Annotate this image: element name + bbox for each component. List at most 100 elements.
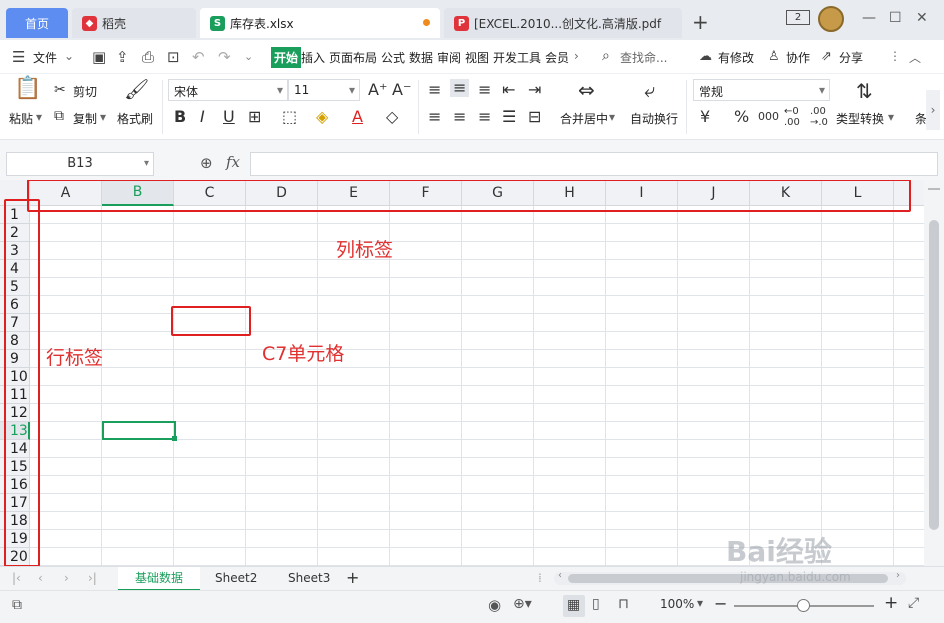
align-right-icon[interactable]: ≡	[478, 108, 491, 126]
currency-icon[interactable]: ¥	[700, 108, 710, 126]
border-icon[interactable]: ⊞	[248, 108, 261, 126]
align-top-icon[interactable]: ≡	[428, 81, 441, 99]
chevron-down-icon[interactable]: ▾	[697, 596, 703, 610]
align-middle-icon[interactable]: ≡	[450, 79, 470, 97]
name-box[interactable]: B13 ▾	[6, 152, 154, 176]
indent-increase-icon[interactable]: ⇥	[528, 81, 541, 99]
ribbon-scroll-right-button[interactable]: ›	[926, 90, 940, 130]
tab-home[interactable]: 首页	[6, 8, 68, 38]
menu-page-layout[interactable]: 页面布局	[329, 49, 377, 66]
font-name-select[interactable]: 宋体 ▾	[168, 79, 288, 101]
menu-start[interactable]: 开始	[271, 47, 302, 68]
collaborate-button[interactable]: 协作	[786, 49, 810, 66]
menu-file[interactable]: 文件	[33, 49, 57, 66]
menu-data[interactable]: 数据	[409, 49, 433, 66]
chevron-down-icon[interactable]: ⌄	[64, 49, 74, 63]
distribute-icon[interactable]: ⊟	[528, 108, 541, 126]
close-icon[interactable]: ✕	[916, 10, 928, 26]
maximize-icon[interactable]: ☐	[889, 10, 902, 26]
scroll-right-icon[interactable]: ›	[896, 570, 900, 581]
function-icon[interactable]: fx	[226, 153, 240, 171]
zoom-slider-handle[interactable]	[797, 599, 810, 612]
window-count-badge[interactable]: 2	[786, 10, 810, 25]
horizontal-scrollbar[interactable]: ‹ ›	[554, 570, 906, 585]
fullscreen-icon[interactable]: ⤢	[908, 595, 919, 611]
sheet-tab-active[interactable]: 基础数据	[118, 567, 200, 591]
tab-daoke[interactable]: ◆ 稻壳	[72, 8, 196, 38]
page-layout-view-icon[interactable]: ▯	[592, 596, 600, 612]
fill-color-icon[interactable]: ◈	[316, 108, 328, 126]
align-bottom-icon[interactable]: ≡	[478, 81, 491, 99]
tab-split-handle[interactable]: ⁞	[538, 571, 542, 585]
print-icon[interactable]: ⎙	[142, 49, 154, 65]
italic-icon[interactable]: I	[200, 108, 205, 126]
new-tab-button[interactable]: +	[692, 10, 709, 34]
increase-decimal-icon[interactable]: ←0.00	[784, 106, 800, 128]
type-convert-button[interactable]: 类型转换	[836, 110, 884, 127]
zoom-formula-icon[interactable]: ⊕	[200, 154, 213, 172]
copy-button[interactable]: 复制	[73, 110, 97, 127]
export-icon[interactable]: ⇪	[116, 49, 129, 65]
menu-view[interactable]: 视图	[465, 49, 489, 66]
wrap-text-button[interactable]: 自动换行	[630, 110, 678, 127]
tab-pdf[interactable]: P [EXCEL.2010...创文化.高清版.pdf	[444, 8, 682, 38]
decrease-decimal-icon[interactable]: .00 →.0	[810, 106, 828, 128]
tab-kucunbiao[interactable]: S 库存表.xlsx	[200, 8, 440, 38]
paste-icon[interactable]: 📋	[14, 78, 41, 100]
active-cell-b13[interactable]	[102, 421, 176, 440]
page-break-view-icon[interactable]: ⊓	[618, 596, 629, 612]
sheet-tab-sheet2[interactable]: Sheet2	[215, 571, 257, 585]
avatar[interactable]	[818, 6, 844, 32]
add-sheet-icon[interactable]: +	[346, 568, 359, 587]
formula-input[interactable]	[250, 152, 938, 176]
increase-font-icon[interactable]: A⁺	[368, 81, 387, 99]
format-painter-button[interactable]: 格式刷	[117, 110, 153, 127]
redo-icon[interactable]: ↷	[218, 49, 231, 65]
vertical-scrollbar[interactable]	[924, 180, 944, 566]
cut-button[interactable]: 剪切	[73, 83, 97, 100]
worksheet-grid[interactable]: ABCDEFGHIJKL 1 2 3 4 5 6 7 8 9 10 11 12 13 14 15 16 17 18…	[0, 180, 924, 566]
chevron-down-icon[interactable]: ▾	[609, 110, 615, 124]
thousands-icon[interactable]: 000	[758, 108, 779, 126]
zoom-level[interactable]: 100%	[660, 597, 694, 611]
search-command-input[interactable]: 查找命...	[620, 49, 667, 66]
horizontal-scroll-thumb[interactable]	[568, 574, 888, 583]
share-button[interactable]: 分享	[839, 49, 863, 66]
save-icon[interactable]: ▣	[92, 49, 106, 65]
chevron-down-icon[interactable]: ⌄	[244, 49, 253, 65]
indent-decrease-icon[interactable]: ⇤	[502, 81, 515, 99]
paste-button[interactable]: 粘贴	[9, 110, 33, 127]
justify-icon[interactable]: ☰	[502, 108, 516, 126]
preview-icon[interactable]: ⊡	[167, 49, 180, 65]
menu-insert[interactable]: 插入	[301, 49, 325, 66]
menu-developer[interactable]: 开发工具	[493, 49, 541, 66]
chevron-down-icon[interactable]: ▾	[36, 110, 42, 124]
layout-center-icon[interactable]: ⊕▾	[513, 596, 532, 612]
chevron-right-icon[interactable]: ›	[574, 49, 579, 63]
macro-record-icon[interactable]: ⧉	[12, 597, 22, 613]
sheet-tab-sheet3[interactable]: Sheet3	[288, 571, 330, 585]
font-size-select[interactable]: 11 ▾	[288, 79, 360, 101]
chevron-down-icon[interactable]: ▾	[888, 110, 894, 124]
prev-sheet-icon[interactable]: ‹	[38, 571, 43, 585]
hamburger-icon[interactable]: ☰	[12, 49, 25, 65]
align-center-icon[interactable]: ≡	[453, 108, 466, 126]
font-color-icon[interactable]: A	[352, 108, 363, 126]
menu-member[interactable]: 会员	[545, 49, 569, 66]
menu-review[interactable]: 审阅	[437, 49, 461, 66]
cell-style-icon[interactable]: ⬚	[282, 108, 297, 126]
menu-formula[interactable]: 公式	[381, 49, 405, 66]
first-sheet-icon[interactable]: |‹	[12, 571, 21, 585]
minimize-icon[interactable]: —	[862, 10, 876, 26]
scroll-left-icon[interactable]: ‹	[558, 570, 562, 581]
fill-handle[interactable]	[172, 436, 177, 441]
vertical-scroll-thumb[interactable]	[929, 220, 939, 530]
zoom-in-icon[interactable]: +	[884, 593, 898, 613]
normal-view-button[interactable]: ▦	[563, 595, 585, 617]
decrease-font-icon[interactable]: A⁻	[392, 81, 411, 99]
merge-center-button[interactable]: 合并居中	[560, 110, 608, 127]
bold-icon[interactable]: B	[174, 108, 186, 126]
number-format-select[interactable]: 常规 ▾	[693, 79, 830, 101]
eye-protection-icon[interactable]: ◉	[488, 596, 501, 614]
clear-icon[interactable]: ◇	[386, 108, 398, 126]
